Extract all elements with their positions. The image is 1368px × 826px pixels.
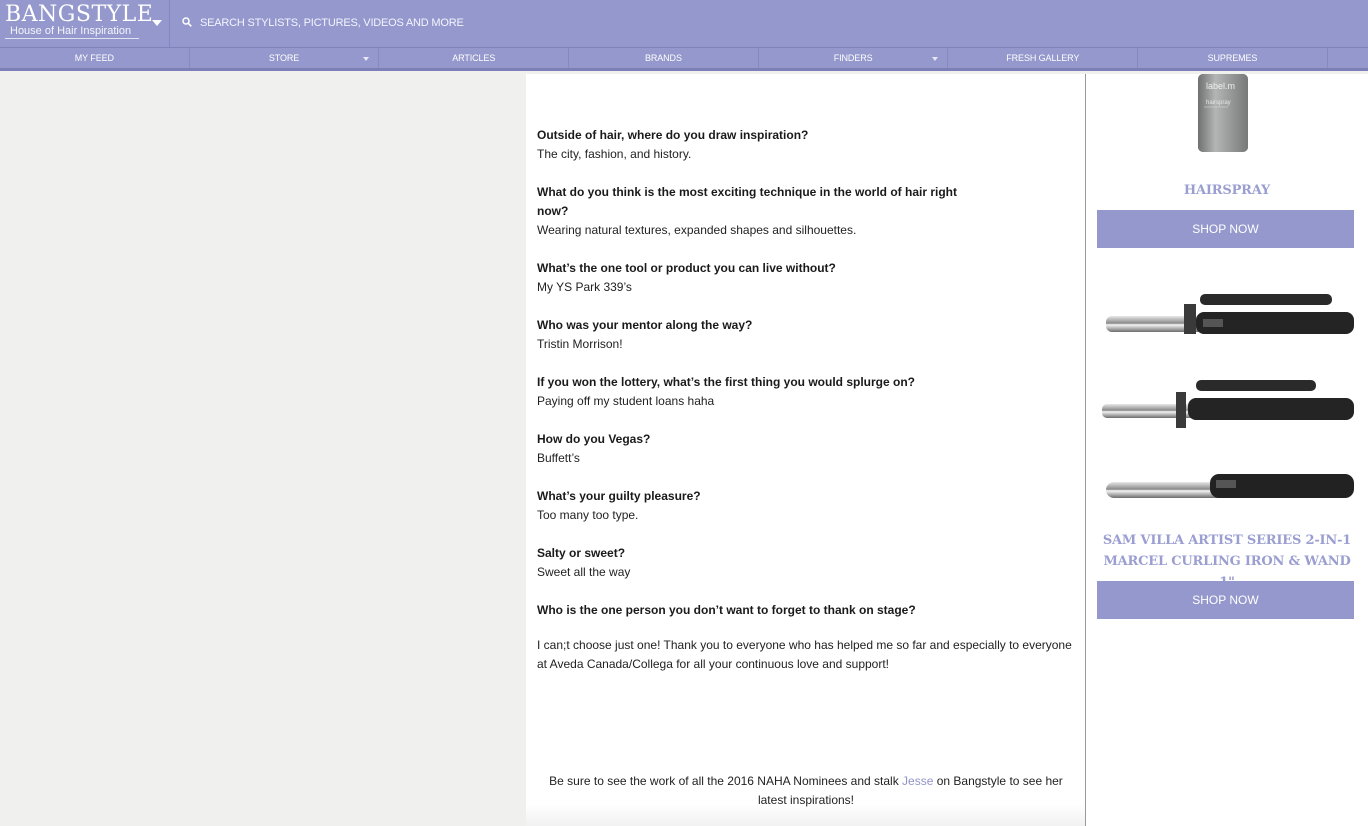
nav-item-fresh-gallery[interactable]: FRESH GALLERY — [948, 48, 1139, 68]
qa-block: Who is the one person you don’t want to … — [537, 601, 1077, 620]
answer-text: Paying off my student loans haha — [537, 394, 715, 408]
article-body: I can;t choose just one! Thank you to ev… — [526, 74, 1086, 826]
answer-text: Too many too type. — [537, 508, 639, 522]
site-logo[interactable]: BANGSTYLE House of Hair Inspiration — [0, 0, 170, 48]
can-product-label: hairspray — [1206, 100, 1231, 106]
footer-text-before: Be sure to see the work of all the 2016 … — [549, 774, 903, 788]
nav-item-label: FRESH GALLERY — [1006, 53, 1080, 63]
question-text: What’s your guilty pleasure? — [537, 489, 701, 503]
nav-item-label: BRANDS — [644, 53, 682, 63]
qa-block: What’s your guilty pleasure? Too many too… — [537, 487, 1077, 525]
closing-answer: I can;t choose just one! Thank you to ev… — [537, 638, 1072, 671]
search-icon[interactable] — [182, 17, 192, 27]
question-text: What do you think is the most exciting t… — [537, 185, 958, 218]
qa-block: What do you think is the most exciting t… — [537, 183, 1077, 240]
can-brand-label: label.m — [1206, 81, 1235, 91]
nav-item-label: SUPREMES — [1207, 53, 1258, 63]
qa-block: Who was your mentor along the way? Tristi… — [537, 316, 1077, 354]
qa-block: How do you Vegas? Buffett’s — [537, 430, 1077, 468]
chevron-down-icon[interactable] — [932, 57, 939, 61]
nav-item-store[interactable]: STORE — [190, 48, 380, 68]
answer-text: The city, fashion, and history. — [537, 147, 692, 161]
shop-now-button[interactable]: SHOP NOW — [1097, 210, 1354, 248]
top-header: BANGSTYLE House of Hair Inspiration — [0, 0, 1368, 48]
answer-text: Tristin Morrison! — [537, 337, 623, 351]
nav-item-supremes[interactable]: SUPREMES — [1138, 48, 1328, 68]
logo-divider — [5, 38, 139, 39]
stylist-link[interactable]: Jesse — [902, 774, 933, 788]
product-sidebar: label.m hairspray HAIRSPRAY SHOP NOW SAM — [1086, 74, 1368, 826]
qa-block: If you won the lottery, what’s the first… — [537, 373, 1077, 411]
nav-item-finders[interactable]: FINDERS — [759, 48, 949, 68]
search-bar — [170, 0, 1368, 48]
nav-item-label: MY FEED — [74, 53, 114, 63]
nav-item-brands[interactable]: BRANDS — [569, 48, 759, 68]
chevron-down-icon[interactable] — [152, 20, 162, 26]
question-text: If you won the lottery, what’s the first… — [537, 375, 915, 389]
search-input[interactable] — [200, 12, 800, 34]
left-column — [0, 74, 526, 826]
logo-subtitle: House of Hair Inspiration — [10, 25, 132, 37]
question-text: How do you Vegas? — [537, 432, 651, 446]
curling-iron-product-image[interactable] — [1100, 286, 1354, 504]
question-text: What’s the one tool or product you can l… — [537, 261, 836, 275]
shop-now-button[interactable]: SHOP NOW — [1097, 581, 1354, 619]
product-title-hairspray[interactable]: HAIRSPRAY — [1097, 180, 1357, 201]
question-text: Salty or sweet? — [537, 546, 626, 560]
question-text: Who was your mentor along the way? — [537, 318, 753, 332]
scroll-fade — [526, 804, 1085, 826]
nav-item-my-feed[interactable]: MY FEED — [0, 48, 190, 68]
qa-block: Salty or sweet? Sweet all the way — [537, 544, 1077, 582]
qa-block: Outside of hair, where do you draw inspi… — [537, 126, 1077, 164]
hairspray-product-image[interactable]: label.m hairspray — [1198, 74, 1248, 156]
question-text: Outside of hair, where do you draw inspi… — [537, 128, 809, 142]
nav-item-label: ARTICLES — [452, 53, 496, 63]
question-text: Who is the one person you don’t want to … — [537, 603, 916, 617]
answer-text: Wearing natural textures, expanded shape… — [537, 223, 857, 237]
nav-item-label: FINDERS — [833, 53, 873, 63]
main-nav: MY FEED STORE ARTICLES BRANDS FINDERS FRESH G… — [0, 48, 1368, 71]
answer-text: Buffett’s — [537, 451, 580, 465]
nav-item-articles[interactable]: ARTICLES — [379, 48, 570, 68]
answer-text: My YS Park 339’s — [537, 280, 632, 294]
answer-text: Sweet all the way — [537, 565, 631, 579]
chevron-down-icon[interactable] — [363, 57, 370, 61]
nav-item-label: STORE — [268, 53, 300, 63]
qa-block: What’s the one tool or product you can l… — [537, 259, 1077, 297]
